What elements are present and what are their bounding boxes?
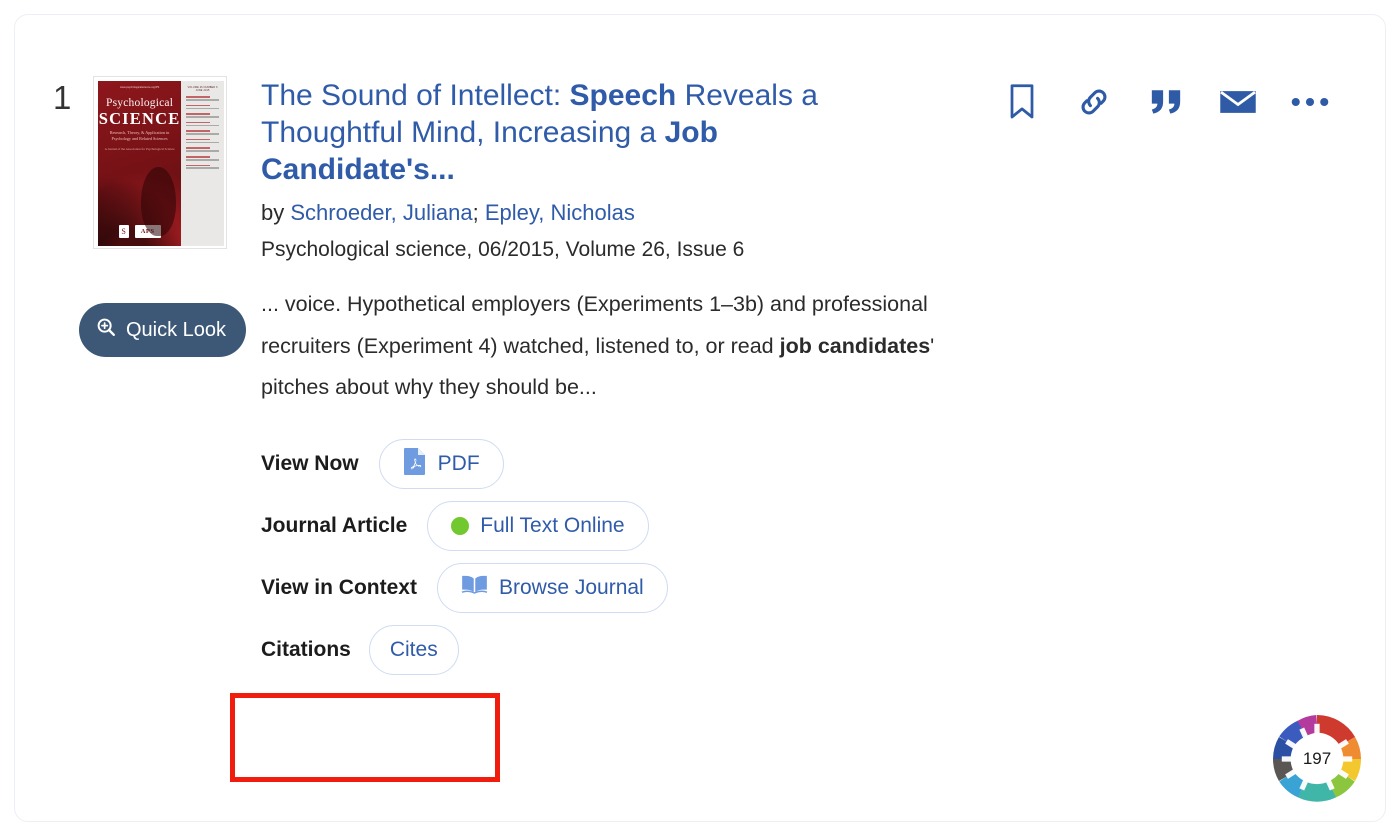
result-rank-number: 1 <box>53 79 72 116</box>
journal-cover-logos: S APS <box>98 225 181 238</box>
result-source-line: Psychological science, 06/2015, Volume 2… <box>261 238 745 261</box>
aps-logo-icon: APS <box>134 225 161 238</box>
availability-label-citations: Citations <box>261 637 351 661</box>
link-icon <box>1076 84 1112 125</box>
pdf-label: PDF <box>437 451 480 475</box>
full-text-online-label: Full Text Online <box>480 513 625 537</box>
journal-cover-front-panel: www.psychologicalscience.org/PS Psycholo… <box>98 81 182 246</box>
envelope-icon <box>1219 88 1257 121</box>
result-title-link[interactable]: The Sound of Intellect: Speech Reveals a… <box>261 77 911 188</box>
altmetric-badge[interactable]: 197 <box>1273 715 1361 803</box>
ellipsis-icon <box>1291 95 1329 113</box>
authors-by-prefix: by <box>261 200 291 225</box>
availability-rows: View Now PDF Journal Article Full Text O… <box>261 433 1021 681</box>
open-book-icon <box>461 574 488 602</box>
browse-journal-label: Browse Journal <box>498 575 644 599</box>
bookmark-icon <box>1007 83 1037 126</box>
magnifier-plus-icon <box>95 316 117 344</box>
journal-cover-thumbnail[interactable]: www.psychologicalscience.org/PS Psycholo… <box>93 76 227 249</box>
result-action-toolbar <box>999 81 1333 127</box>
altmetric-donut-icon <box>1273 715 1361 802</box>
author-link[interactable]: Schroeder, Juliana <box>290 200 472 225</box>
quote-icon <box>1148 87 1184 122</box>
journal-cover-title-line1: Psychological <box>106 97 174 109</box>
availability-label-view-in-context: View in Context <box>261 575 417 599</box>
journal-cover-society-line: A Journal of the Association for Psychol… <box>104 147 175 151</box>
availability-label-journal-article: Journal Article <box>261 513 408 537</box>
quick-look-button[interactable]: Quick Look <box>79 303 247 357</box>
availability-row-citations: Citations Cites <box>261 619 1021 681</box>
save-to-favorites-button[interactable] <box>999 81 1045 127</box>
green-status-dot-icon <box>451 516 470 535</box>
availability-label-view-now: View Now <box>261 451 359 475</box>
availability-row-full-text: Journal Article Full Text Online <box>261 495 1021 557</box>
pdf-file-icon <box>403 447 427 481</box>
result-snippet: ... voice. Hypothetical employers (Exper… <box>261 292 935 399</box>
journal-cover-art: www.psychologicalscience.org/PS Psycholo… <box>98 81 224 246</box>
availability-row-browse-journal: View in Context Browse Journal <box>261 557 1021 619</box>
cites-label: Cites <box>389 637 438 661</box>
journal-cover-url: www.psychologicalscience.org/PS <box>119 86 160 89</box>
availability-row-pdf: View Now PDF <box>261 433 1021 495</box>
journal-cover-subtitle: Research, Theory, & Application in Psych… <box>109 130 170 142</box>
more-options-button[interactable] <box>1287 81 1333 127</box>
journal-cover-title-line2: SCIENCE <box>98 109 181 128</box>
result-main-column: The Sound of Intellect: Speech Reveals a… <box>261 77 1021 681</box>
email-button[interactable] <box>1215 81 1261 127</box>
permalink-button[interactable] <box>1071 81 1117 127</box>
search-result-card: 1 www.psychologicalscience.org/PS Psycho… <box>14 14 1386 822</box>
journal-cover-issue-line: VOLUME 26 NUMBER 6 JUNE 2015 <box>187 86 218 92</box>
browse-journal-button[interactable]: Browse Journal <box>436 562 668 613</box>
full-text-online-button[interactable]: Full Text Online <box>427 500 649 551</box>
author-separator: ; <box>472 200 485 225</box>
cites-button[interactable]: Cites <box>368 624 459 675</box>
quick-look-label: Quick Look <box>126 318 227 341</box>
citation-button[interactable] <box>1143 81 1189 127</box>
journal-cover-contents-panel: VOLUME 26 NUMBER 6 JUNE 2015 <box>181 81 224 246</box>
journal-cover-toc-lines <box>184 96 221 170</box>
pdf-button[interactable]: PDF <box>378 438 504 489</box>
sage-logo-icon: S <box>118 225 129 238</box>
author-link[interactable]: Epley, Nicholas <box>485 200 635 225</box>
result-authors: by Schroeder, Juliana; Epley, Nicholas <box>261 199 1021 227</box>
